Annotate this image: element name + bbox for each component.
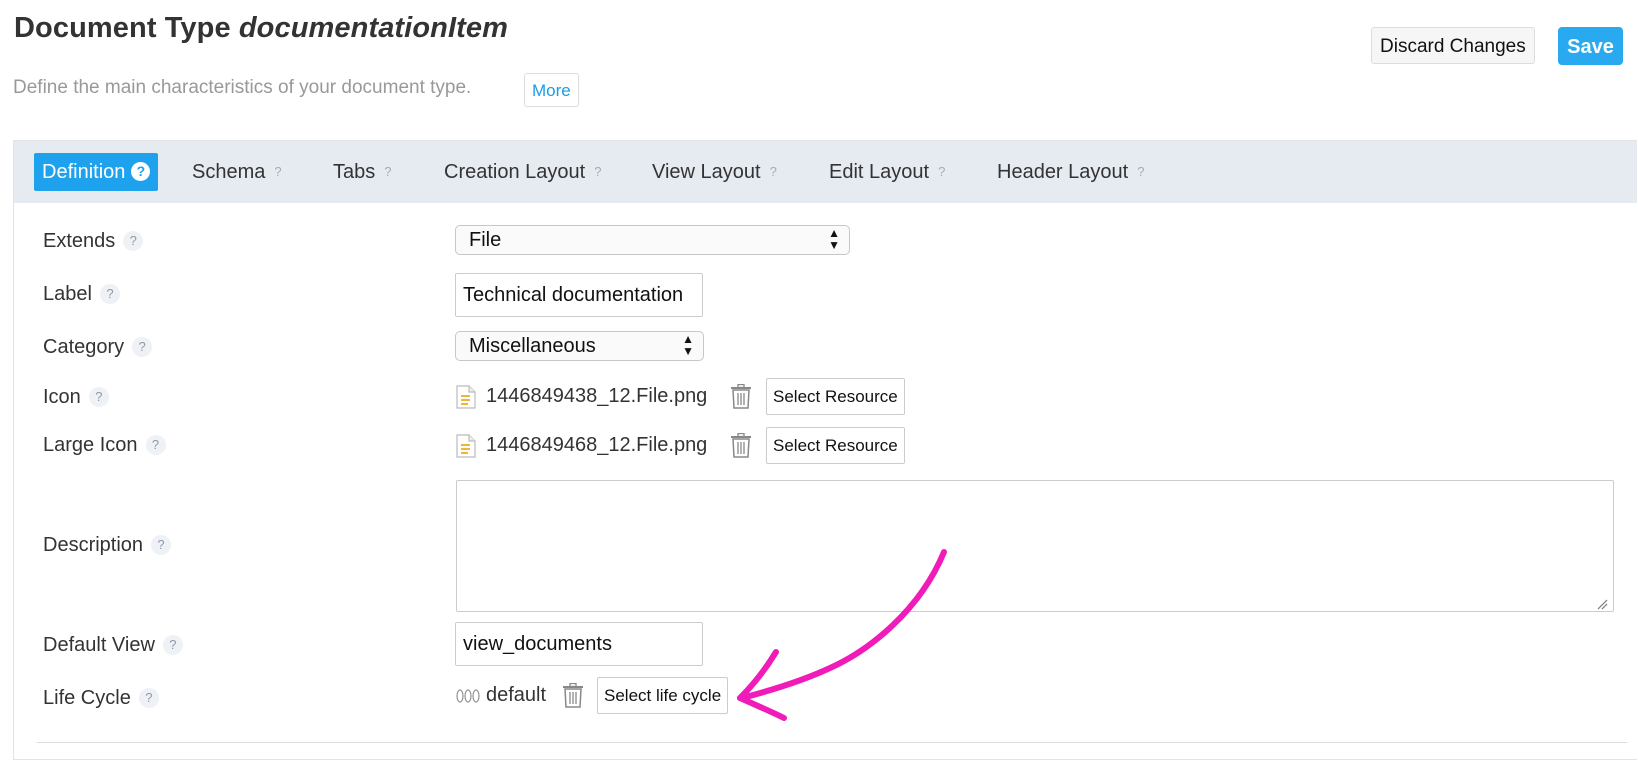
life-cycle-value: default (486, 684, 547, 706)
large-icon-label: Large Icon? (43, 434, 166, 457)
default-view-label: Default View? (43, 634, 183, 657)
trash-icon[interactable] (562, 683, 584, 708)
help-icon: ? (594, 164, 602, 179)
tab-edit-layout[interactable]: Edit Layout? (829, 153, 945, 191)
tab-header-layout-label: Header Layout (997, 161, 1129, 183)
tab-view-layout[interactable]: View Layout? (652, 153, 777, 191)
description-textarea[interactable] (456, 480, 1614, 612)
tab-definition[interactable]: Definition? (34, 153, 159, 191)
life-cycle-label: Life Cycle? (43, 687, 159, 710)
description-label: Description? (43, 534, 172, 557)
tab-edit-layout-label: Edit Layout (829, 161, 930, 183)
extends-select[interactable]: File ▲ ▼ (455, 225, 850, 255)
description-label-text: Description (43, 534, 144, 556)
icon-label-text: Icon (43, 386, 81, 408)
icon-label: Icon? (43, 386, 109, 409)
file-icon (456, 434, 476, 458)
help-icon: ? (769, 164, 777, 179)
select-life-cycle-button[interactable]: Select life cycle (597, 677, 729, 714)
trash-icon[interactable] (730, 384, 752, 409)
help-icon[interactable]: ? (138, 688, 159, 708)
help-icon: ? (131, 162, 151, 181)
page-title-prefix: Document Type (14, 12, 239, 44)
help-icon[interactable]: ? (145, 435, 166, 455)
tab-header-layout[interactable]: Header Layout? (997, 153, 1144, 191)
help-icon[interactable]: ? (132, 337, 153, 357)
select-arrows-icon: ▲ ▼ (828, 226, 840, 252)
tab-view-layout-label: View Layout (652, 161, 761, 183)
tabs-bar: Definition? Schema? Tabs? Creation Layou… (14, 141, 1637, 203)
life-cycle-icon (456, 689, 480, 703)
save-button[interactable]: Save (1558, 27, 1623, 65)
category-label: Category? (43, 336, 153, 359)
label-input[interactable]: Technical documentation (455, 273, 703, 317)
default-view-input[interactable]: view_documents (455, 622, 703, 666)
select-icon-resource-button[interactable]: Select Resource (766, 378, 905, 415)
tab-tabs[interactable]: Tabs? (333, 153, 391, 191)
category-select[interactable]: Miscellaneous ▲ ▼ (455, 331, 704, 361)
extends-select-value: File (469, 229, 502, 251)
more-button[interactable]: More (524, 73, 579, 107)
page-subtitle: Define the main characteristics of your … (13, 77, 472, 98)
page-title-doctype: documentationItem (238, 12, 509, 44)
trash-icon[interactable] (730, 433, 752, 458)
label-label-text: Label (43, 283, 92, 305)
large-icon-label-text: Large Icon (43, 434, 138, 456)
discard-changes-button[interactable]: Discard Changes (1371, 27, 1535, 64)
file-icon (456, 385, 476, 409)
life-cycle-label-text: Life Cycle (43, 687, 131, 709)
help-icon[interactable]: ? (99, 284, 120, 304)
help-icon[interactable]: ? (123, 231, 144, 251)
tab-schema-label: Schema (192, 161, 266, 183)
select-large-icon-resource-button[interactable]: Select Resource (766, 427, 905, 464)
page-title: Document Type documentationItem (14, 12, 508, 45)
tab-tabs-label: Tabs (333, 161, 376, 183)
tab-schema[interactable]: Schema? (192, 153, 282, 191)
tab-creation-layout-label: Creation Layout (444, 161, 586, 183)
icon-resource-row: 1446849438_12.File.png Select Resource (456, 378, 916, 418)
help-icon[interactable]: ? (162, 635, 183, 655)
help-icon: ? (938, 164, 946, 179)
icon-file-name: 1446849438_12.File.png (486, 385, 708, 407)
tab-creation-layout[interactable]: Creation Layout? (444, 153, 601, 191)
help-icon[interactable]: ? (88, 387, 109, 407)
category-label-text: Category (43, 336, 125, 358)
divider (37, 742, 1627, 743)
label-label: Label? (43, 283, 120, 306)
extends-label: Extends? (43, 230, 144, 253)
help-icon: ? (384, 164, 392, 179)
life-cycle-row: default Select life cycle (456, 677, 756, 717)
extends-label-text: Extends (43, 230, 116, 252)
large-icon-file-name: 1446849468_12.File.png (486, 434, 708, 456)
tab-definition-label: Definition (42, 161, 126, 183)
help-icon[interactable]: ? (151, 535, 172, 555)
select-arrows-icon: ▲ ▼ (682, 332, 694, 358)
default-view-label-text: Default View (43, 634, 155, 656)
help-icon: ? (1137, 164, 1145, 179)
resize-grip-icon[interactable] (1596, 598, 1608, 610)
large-icon-resource-row: 1446849468_12.File.png Select Resource (456, 427, 916, 467)
help-icon: ? (274, 164, 282, 179)
category-select-value: Miscellaneous (469, 335, 596, 357)
